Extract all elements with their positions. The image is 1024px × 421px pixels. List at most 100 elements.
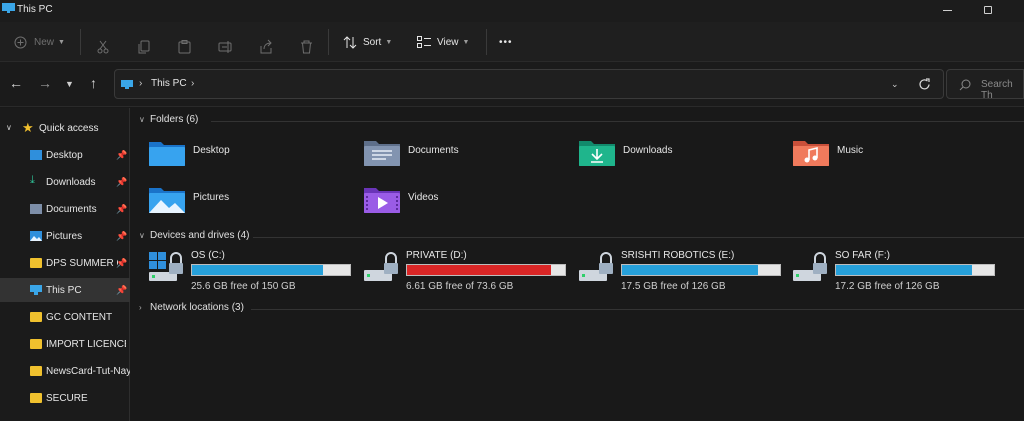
desktop-folder-icon <box>149 142 185 166</box>
refresh-icon[interactable] <box>918 78 931 91</box>
sidebar-item-label: IMPORT LICENCE <box>46 339 126 350</box>
pictures-folder-icon <box>149 188 185 213</box>
sidebar-item-secure[interactable]: SECURE <box>0 386 130 410</box>
chevron-down-icon[interactable]: ∨ <box>6 123 12 132</box>
folder-icon <box>30 366 42 376</box>
sidebar-item-import-licence[interactable]: IMPORT LICENCE <box>0 332 130 356</box>
folder-label: Downloads <box>623 145 673 156</box>
download-arrow-icon: ⤓ <box>30 174 35 186</box>
sidebar-item-label: Pictures <box>46 231 83 242</box>
videos-folder-icon <box>364 188 400 213</box>
breadcrumb-this-pc[interactable]: This PC <box>151 78 187 89</box>
sidebar-item-downloads[interactable]: ⤓ Downloads 📌 <box>0 170 130 194</box>
paste-icon[interactable] <box>178 36 191 58</box>
divider <box>211 121 1024 122</box>
folders-section-header[interactable]: ∨ Folders (6) <box>131 113 1024 129</box>
sidebar-item-documents[interactable]: Documents 📌 <box>0 197 130 221</box>
folder-label: Documents <box>408 145 459 156</box>
folder-label: Desktop <box>193 145 230 156</box>
this-pc-icon <box>2 3 15 13</box>
network-section-header[interactable]: › Network locations (3) <box>131 301 1024 317</box>
sidebar-item-pictures[interactable]: Pictures 📌 <box>0 224 130 248</box>
pin-icon: 📌 <box>116 258 128 268</box>
drive-name: OS (C:) <box>191 250 225 261</box>
restore-icon[interactable] <box>984 6 992 14</box>
drive-tile-f[interactable]: SO FAR (F:) 17.2 GB free of 126 GB <box>791 250 1001 298</box>
up-arrow-icon[interactable]: ↑ <box>90 75 97 91</box>
star-icon: ★ <box>22 120 34 135</box>
rename-icon[interactable] <box>218 36 232 58</box>
pictures-icon <box>30 231 42 241</box>
folder-tile-music[interactable]: Music <box>793 138 1003 178</box>
sidebar-item-label: GC CONTENT <box>46 312 113 323</box>
chevron-down-icon: ▼ <box>462 38 470 46</box>
chevron-right-icon[interactable]: › <box>139 303 142 312</box>
folder-tile-downloads[interactable]: Downloads <box>579 138 789 178</box>
new-label: New <box>34 36 55 48</box>
address-dropdown-chevron-icon[interactable]: ⌄ <box>891 79 899 90</box>
sidebar-item-gc-content[interactable]: GC CONTENT <box>0 305 130 329</box>
search-icon <box>959 79 971 91</box>
recent-locations-chevron-icon[interactable]: ▼ <box>65 79 74 89</box>
drive-free-space: 17.5 GB free of 126 GB <box>621 281 726 292</box>
more-options-button[interactable]: ••• <box>499 31 513 53</box>
drive-name: SO FAR (F:) <box>835 250 890 261</box>
sidebar-item-newscard[interactable]: NewsCard-Tut-Nay <box>0 359 130 383</box>
chevron-down-icon[interactable]: ∨ <box>139 231 145 240</box>
folder-tile-documents[interactable]: Documents <box>364 138 574 178</box>
sidebar-quick-access[interactable]: ∨ ★ Quick access <box>0 116 130 140</box>
windows-drive-icon <box>149 252 183 281</box>
window-title: This PC <box>17 4 53 15</box>
content-pane: ∨ Folders (6) Desktop Documents Download… <box>131 108 1024 421</box>
sidebar-item-desktop[interactable]: Desktop 📌 <box>0 143 130 167</box>
copy-icon[interactable] <box>138 36 151 58</box>
drive-usage-fill <box>192 265 324 275</box>
folder-label: Music <box>837 145 864 156</box>
locked-drive-icon <box>364 252 398 281</box>
title-bar: This PC <box>0 0 1024 22</box>
folder-icon <box>30 258 42 268</box>
sidebar-item-label: Desktop <box>46 150 83 161</box>
folder-label: Pictures <box>193 192 230 203</box>
sidebar-item-label: NewsCard-Tut-Nay <box>46 366 130 377</box>
folder-label: Videos <box>408 192 439 203</box>
music-folder-icon <box>793 141 829 166</box>
chevron-down-icon[interactable]: ∨ <box>139 115 145 124</box>
sidebar-item-dps-summer[interactable]: DPS SUMMER C 📌 <box>0 251 130 275</box>
plus-circle-icon <box>14 36 27 48</box>
pin-icon: 📌 <box>116 285 128 295</box>
address-row: ← → ▼ ↑ › This PC › ⌄ Search Th <box>0 62 1024 107</box>
delete-icon[interactable] <box>300 36 313 58</box>
sidebar-item-label: Downloads <box>46 177 96 188</box>
minimize-icon[interactable] <box>943 10 952 11</box>
sort-button[interactable]: Sort ▼ <box>343 31 392 53</box>
sidebar-item-this-pc[interactable]: This PC 📌 <box>0 278 130 302</box>
sidebar-item-label: Documents <box>46 204 97 215</box>
forward-arrow-icon[interactable]: → <box>38 75 52 91</box>
view-button[interactable]: View ▼ <box>417 31 469 53</box>
this-pc-icon <box>30 285 42 295</box>
devices-section-header[interactable]: ∨ Devices and drives (4) <box>131 229 1024 245</box>
drive-tile-d[interactable]: PRIVATE (D:) 6.61 GB free of 73.6 GB <box>362 250 572 298</box>
search-box[interactable]: Search Th <box>946 69 1024 101</box>
drive-tile-c[interactable]: OS (C:) 25.6 GB free of 150 GB <box>147 250 357 298</box>
folder-tile-pictures[interactable]: Pictures <box>149 185 359 225</box>
navigation-pane: ∨ ★ Quick access Desktop 📌 ⤓ Downloads 📌… <box>0 108 130 421</box>
chevron-down-icon: ▼ <box>58 38 65 46</box>
divider <box>251 309 1024 310</box>
cut-icon[interactable] <box>96 36 110 58</box>
divider <box>486 29 487 55</box>
folder-tile-desktop[interactable]: Desktop <box>149 138 359 178</box>
drive-name: SRISHTI ROBOTICS (E:) <box>621 250 735 261</box>
chevron-down-icon: ▼ <box>385 38 393 46</box>
new-button[interactable]: New ▼ <box>14 31 65 53</box>
share-icon[interactable] <box>259 36 273 58</box>
address-bar[interactable]: › This PC › ⌄ <box>114 69 944 99</box>
drive-tile-e[interactable]: SRISHTI ROBOTICS (E:) 17.5 GB free of 12… <box>577 250 787 298</box>
drive-free-space: 25.6 GB free of 150 GB <box>191 281 296 292</box>
locked-drive-icon <box>579 252 613 281</box>
back-arrow-icon[interactable]: ← <box>9 75 23 91</box>
folder-tile-videos[interactable]: Videos <box>364 185 574 225</box>
pin-icon: 📌 <box>116 204 128 214</box>
documents-folder-icon <box>364 141 400 166</box>
